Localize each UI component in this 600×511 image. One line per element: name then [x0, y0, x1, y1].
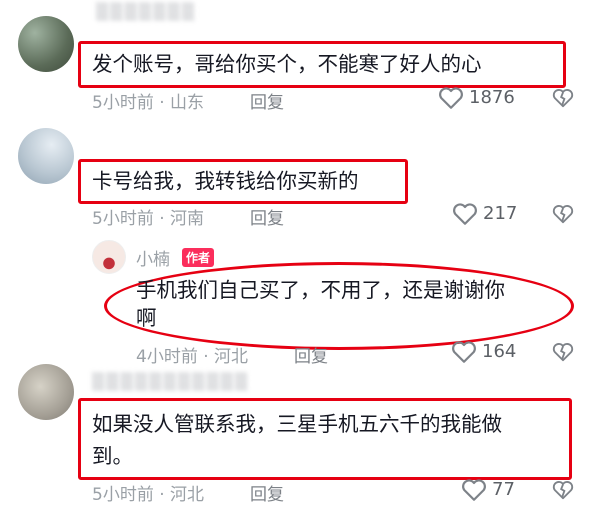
comment-meta: 5小时前 · 山东: [92, 93, 205, 113]
comment-location: 河南: [170, 209, 205, 229]
reply-button[interactable]: 回复: [250, 480, 284, 505]
avatar[interactable]: [18, 364, 74, 420]
like-count: 217: [483, 203, 518, 224]
dislike-icon[interactable]: [552, 479, 574, 501]
author-badge: 作者: [182, 248, 215, 267]
username[interactable]: 小楠: [136, 245, 170, 270]
dislike-icon[interactable]: [552, 87, 574, 109]
heart-icon[interactable]: [461, 478, 487, 502]
comment-meta: 5小时前 · 河南: [92, 209, 205, 229]
like-count: 164: [482, 341, 517, 362]
comment-text-line2: 到。: [92, 444, 133, 468]
username-blurred[interactable]: ▒▒▒▒▒▒▒▒▒▒▒: [92, 372, 249, 391]
comment-time: 5小时前: [92, 209, 154, 229]
comment-location: 河北: [170, 485, 205, 505]
dislike-icon[interactable]: [552, 203, 574, 225]
username-blurred[interactable]: ▒▒▒▒▒▒▒: [96, 2, 196, 21]
reply-button[interactable]: 回复: [294, 342, 328, 367]
comment-location: 山东: [170, 93, 205, 113]
heart-icon[interactable]: [452, 202, 478, 226]
comment-text-line1: 如果没人管联系我，三星手机五六千的我能做: [92, 412, 502, 436]
comment-location: 河北: [214, 347, 249, 367]
avatar[interactable]: [18, 16, 74, 72]
comment-text: 发个账号，哥给你买个，不能寒了好人的心: [92, 52, 482, 76]
avatar[interactable]: [92, 240, 126, 274]
reply-button[interactable]: 回复: [250, 204, 284, 229]
comment-meta: 4小时前 · 河北: [136, 347, 249, 367]
heart-icon[interactable]: [438, 86, 464, 110]
comment-time: 4小时前: [136, 347, 198, 367]
reply-button[interactable]: 回复: [250, 88, 284, 113]
comment-meta: 5小时前 · 河北: [92, 485, 205, 505]
comment-text-line1: 手机我们自己买了，不用了，还是谢谢你: [136, 278, 505, 302]
comment-time: 5小时前: [92, 485, 154, 505]
like-count: 77: [492, 479, 515, 500]
heart-icon[interactable]: [451, 340, 477, 364]
like-count: 1876: [469, 87, 515, 108]
avatar[interactable]: [18, 128, 74, 184]
comment-text: 卡号给我，我转钱给你买新的: [92, 169, 359, 193]
comment-text-line2: 啊: [136, 306, 157, 330]
comment-time: 5小时前: [92, 93, 154, 113]
dislike-icon[interactable]: [552, 341, 574, 363]
